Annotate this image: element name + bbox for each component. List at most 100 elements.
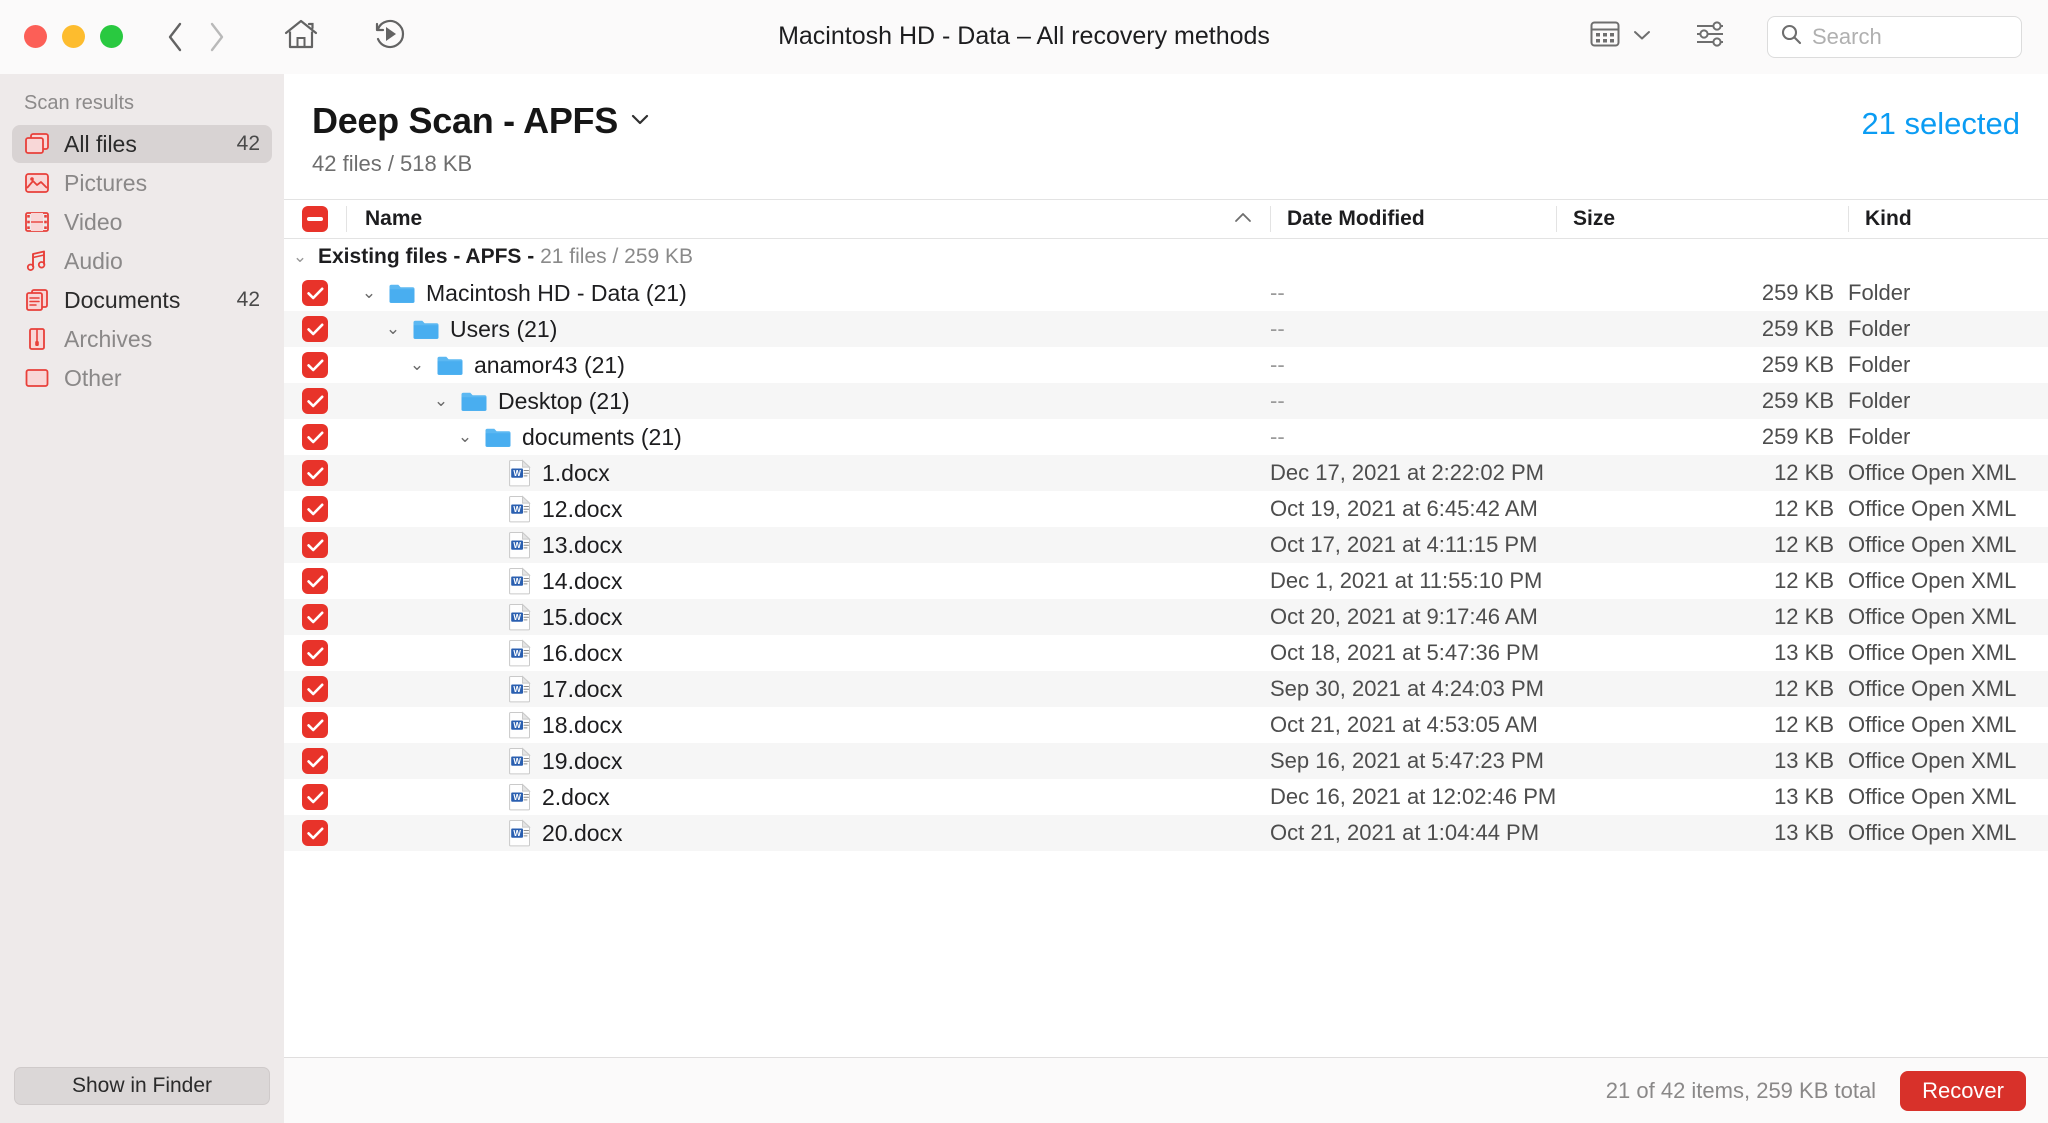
row-checkbox[interactable] (284, 676, 346, 702)
row-disclosure-icon[interactable]: ⌄ (408, 355, 426, 375)
table-row[interactable]: ⌄ documents (21) -- 259 KB Folder (284, 419, 2048, 455)
table-row[interactable]: W 1.docx Dec 17, 2021 at 2:22:02 PM 12 K… (284, 455, 2048, 491)
main-header: Deep Scan - APFS 42 files / 518 KB 21 se… (284, 74, 2048, 177)
docx-file-icon: W (508, 459, 532, 487)
chevron-down-icon[interactable] (630, 112, 650, 131)
table-row[interactable]: W 19.docx Sep 16, 2021 at 5:47:23 PM 13 … (284, 743, 2048, 779)
docx-file-icon: W (508, 495, 532, 523)
row-name-cell: W 20.docx (346, 819, 1270, 847)
group-header-row[interactable]: ⌄ Existing files - APFS - 21 files / 259… (284, 239, 2048, 275)
row-checkbox[interactable] (284, 460, 346, 486)
select-all-checkbox[interactable] (284, 206, 346, 232)
row-name: 15.docx (542, 604, 623, 631)
folder-icon (460, 390, 488, 412)
table-row[interactable]: W 15.docx Oct 20, 2021 at 9:17:46 AM 12 … (284, 599, 2048, 635)
checkbox-checked (302, 676, 328, 702)
column-header-name[interactable]: Name (346, 206, 1270, 232)
svg-text:W: W (513, 505, 521, 514)
column-header-kind[interactable]: Kind (1848, 206, 2048, 232)
filter-button[interactable] (1693, 18, 1727, 55)
row-name-cell: W 1.docx (346, 459, 1270, 487)
table-row[interactable]: W 16.docx Oct 18, 2021 at 5:47:36 PM 13 … (284, 635, 2048, 671)
row-disclosure-icon[interactable]: ⌄ (456, 427, 474, 447)
row-checkbox[interactable] (284, 280, 346, 306)
checkbox-checked (302, 532, 328, 558)
view-mode-button[interactable] (1589, 20, 1651, 53)
search-icon (1780, 23, 1802, 50)
column-label-size: Size (1573, 207, 1615, 231)
search-field[interactable] (1767, 16, 2022, 58)
row-date-modified: -- (1270, 316, 1556, 342)
sidebar-list: All files42PicturesVideoAudioDocuments42… (0, 125, 284, 398)
table-row[interactable]: ⌄ Users (21) -- 259 KB Folder (284, 311, 2048, 347)
selected-count[interactable]: 21 selected (1861, 100, 2020, 142)
forward-button[interactable] (205, 20, 229, 54)
row-name: Macintosh HD - Data (21) (426, 280, 687, 307)
row-checkbox[interactable] (284, 496, 346, 522)
column-header-size[interactable]: Size (1556, 206, 1848, 232)
sidebar-item-audio[interactable]: Audio (12, 242, 272, 280)
row-checkbox[interactable] (284, 352, 346, 378)
row-size: 12 KB (1556, 460, 1848, 486)
home-button[interactable] (281, 17, 321, 57)
checkbox-checked (302, 820, 328, 846)
table-row[interactable]: ⌄ anamor43 (21) -- 259 KB Folder (284, 347, 2048, 383)
column-header-date-modified[interactable]: Date Modified (1270, 206, 1556, 232)
svg-text:W: W (513, 721, 521, 730)
sidebar-item-all-files[interactable]: All files42 (12, 125, 272, 163)
row-disclosure-icon[interactable]: ⌄ (432, 391, 450, 411)
sidebar-item-archives[interactable]: Archives (12, 320, 272, 358)
sidebar-item-documents[interactable]: Documents42 (12, 281, 272, 319)
row-checkbox[interactable] (284, 604, 346, 630)
row-date-modified: Dec 17, 2021 at 2:22:02 PM (1270, 460, 1556, 486)
sidebar-item-other[interactable]: Other (12, 359, 272, 397)
minimize-button[interactable] (62, 25, 85, 48)
table-row[interactable]: W 12.docx Oct 19, 2021 at 6:45:42 AM 12 … (284, 491, 2048, 527)
row-checkbox[interactable] (284, 748, 346, 774)
row-checkbox[interactable] (284, 820, 346, 846)
zoom-button[interactable] (100, 25, 123, 48)
close-button[interactable] (24, 25, 47, 48)
navigation-buttons (163, 20, 229, 54)
table-row[interactable]: ⌄ Macintosh HD - Data (21) -- 259 KB Fol… (284, 275, 2048, 311)
row-disclosure-icon[interactable]: ⌄ (360, 283, 378, 303)
row-name: 2.docx (542, 784, 610, 811)
row-checkbox[interactable] (284, 568, 346, 594)
search-input[interactable] (1812, 24, 2009, 50)
table-row[interactable]: W 13.docx Oct 17, 2021 at 4:11:15 PM 12 … (284, 527, 2048, 563)
row-checkbox[interactable] (284, 532, 346, 558)
row-checkbox[interactable] (284, 424, 346, 450)
row-checkbox[interactable] (284, 712, 346, 738)
checkbox-indeterminate (302, 206, 328, 232)
back-button[interactable] (163, 20, 187, 54)
row-kind: Office Open XML (1848, 604, 2048, 630)
checkbox-checked (302, 424, 328, 450)
sidebar-item-video[interactable]: Video (12, 203, 272, 241)
row-kind: Folder (1848, 280, 2048, 306)
row-disclosure-icon[interactable]: ⌄ (384, 319, 402, 339)
row-name-cell: W 18.docx (346, 711, 1270, 739)
row-checkbox[interactable] (284, 784, 346, 810)
rescan-button[interactable] (369, 17, 409, 57)
sidebar-item-pictures[interactable]: Pictures (12, 164, 272, 202)
group-disclosure-icon[interactable]: ⌄ (292, 247, 308, 267)
docx-file-icon: W (508, 531, 532, 559)
row-checkbox[interactable] (284, 316, 346, 342)
table-row[interactable]: W 14.docx Dec 1, 2021 at 11:55:10 PM 12 … (284, 563, 2048, 599)
row-kind: Office Open XML (1848, 784, 2048, 810)
row-checkbox[interactable] (284, 388, 346, 414)
table-row[interactable]: W 17.docx Sep 30, 2021 at 4:24:03 PM 12 … (284, 671, 2048, 707)
table-row[interactable]: ⌄ Desktop (21) -- 259 KB Folder (284, 383, 2048, 419)
table-row[interactable]: W 18.docx Oct 21, 2021 at 4:53:05 AM 12 … (284, 707, 2048, 743)
svg-text:W: W (513, 829, 521, 838)
table-row[interactable]: W 20.docx Oct 21, 2021 at 1:04:44 PM 13 … (284, 815, 2048, 851)
row-kind: Office Open XML (1848, 820, 2048, 846)
row-date-modified: Sep 30, 2021 at 4:24:03 PM (1270, 676, 1556, 702)
row-size: 13 KB (1556, 820, 1848, 846)
table-row[interactable]: W 2.docx Dec 16, 2021 at 12:02:46 PM 13 … (284, 779, 2048, 815)
show-in-finder-button[interactable]: Show in Finder (14, 1067, 270, 1105)
row-checkbox[interactable] (284, 640, 346, 666)
svg-text:W: W (513, 541, 521, 550)
scan-title-row[interactable]: Deep Scan - APFS (312, 100, 650, 142)
recover-button[interactable]: Recover (1900, 1071, 2026, 1111)
